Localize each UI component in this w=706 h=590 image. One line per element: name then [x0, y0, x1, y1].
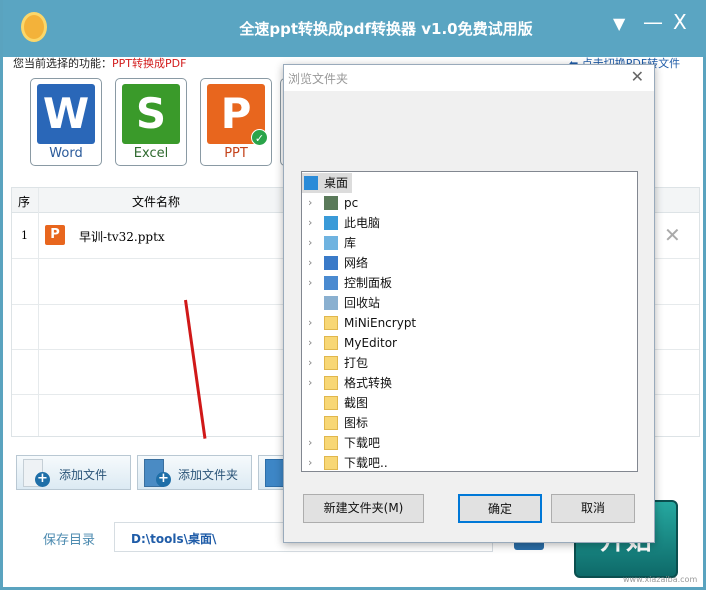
ok-button[interactable]: 确定 [458, 494, 542, 523]
watermark: www.xiazaiba.com [623, 575, 698, 584]
minimize-button[interactable]: — [643, 10, 663, 34]
tree-item-label: 打包 [344, 356, 369, 370]
row-filename: 早训-tv32.pptx [79, 230, 165, 244]
trash-icon [265, 459, 285, 487]
header-index: 序 [18, 195, 31, 209]
close-button[interactable]: X [673, 10, 687, 34]
tree-item[interactable]: › 下载吧 [302, 433, 637, 453]
check-icon: ✓ [251, 129, 268, 146]
menu-button[interactable]: ▼ [613, 14, 625, 33]
tree-item-label: 回收站 [344, 296, 381, 310]
function-label: 您当前选择的功能：PPT转换成PDF [13, 55, 186, 71]
network-icon [324, 256, 338, 270]
tree-item[interactable]: › MyEditor [302, 333, 637, 353]
title-bar: 全速ppt转换成pdf转换器 v1.0免费试用版 ▼ — X [3, 0, 706, 57]
expand-chevron-icon[interactable]: › [308, 233, 312, 253]
folder-icon [324, 316, 338, 330]
expand-chevron-icon[interactable]: › [308, 433, 312, 453]
folder-tree[interactable]: 桌面 › pc › 此电脑 › 库 › 网络 › 控制面板 回收站 › MiNiEncrypt › MyEdi… [301, 171, 638, 472]
recycle-bin-icon [324, 296, 338, 310]
tree-item[interactable]: › pc [302, 193, 637, 213]
add-folder-label: 添加文件夹 [178, 468, 239, 482]
folder-icon [324, 436, 338, 450]
tree-item[interactable]: 桌面 [302, 173, 352, 193]
tree-item[interactable]: › 此电脑 [302, 213, 637, 233]
folder-icon [324, 356, 338, 370]
function-value: PPT转换成PDF [112, 57, 187, 70]
excel-icon: S [122, 84, 180, 144]
new-folder-button[interactable]: 新建文件夹(M) [303, 494, 424, 523]
function-card-ppt[interactable]: P PPT ✓ [200, 78, 272, 166]
tree-item-label: 格式转换 [344, 376, 393, 390]
tree-item-label: 库 [344, 236, 357, 250]
dialog-close-button[interactable]: ✕ [631, 67, 644, 86]
tree-item-label: 桌面 [324, 176, 349, 190]
word-icon: W [37, 84, 95, 144]
function-card-word[interactable]: W Word [30, 78, 102, 166]
dialog-title: 浏览文件夹 [288, 72, 349, 86]
ppt-file-icon: P [45, 225, 65, 245]
folder-icon [324, 456, 338, 470]
folder-icon [324, 416, 338, 430]
expand-chevron-icon[interactable]: › [308, 213, 312, 233]
tree-item[interactable]: › 下载吧.. [302, 453, 637, 473]
cancel-button[interactable]: 取消 [551, 494, 635, 523]
add-file-button[interactable]: + 添加文件 [16, 455, 131, 490]
window-title: 全速ppt转换成pdf转换器 v1.0免费试用版 [239, 20, 533, 38]
add-folder-button[interactable]: + 添加文件夹 [137, 455, 252, 490]
control-panel-icon [324, 276, 338, 290]
row-index: 1 [21, 229, 28, 242]
folder-icon [324, 396, 338, 410]
user-icon [324, 196, 338, 210]
folder-icon [324, 376, 338, 390]
tree-item[interactable]: › 打包 [302, 353, 637, 373]
tree-item[interactable]: › 网络 [302, 253, 637, 273]
tree-item[interactable]: › 控制面板 [302, 273, 637, 293]
tree-item-label: 控制面板 [344, 276, 393, 290]
tree-item[interactable]: 图标 [302, 413, 637, 433]
tree-item[interactable]: 截图 [302, 393, 637, 413]
function-card-excel[interactable]: S Excel [115, 78, 187, 166]
expand-chevron-icon[interactable]: › [308, 253, 312, 273]
desktop-icon [304, 176, 318, 190]
card-label: PPT [224, 146, 248, 161]
plus-icon: + [156, 472, 171, 487]
tree-item[interactable]: › 格式转换 [302, 373, 637, 393]
browse-folder-dialog: 浏览文件夹 ✕ 桌面 › pc › 此电脑 › 库 › 网络 › 控制面板 回收站 › MiNiEncry… [283, 64, 655, 543]
dialog-title-bar: 浏览文件夹 ✕ [284, 65, 654, 91]
function-label-text: 您当前选择的功能： [13, 57, 112, 70]
expand-chevron-icon[interactable]: › [308, 273, 312, 293]
remove-row-icon[interactable]: ✕ [664, 223, 681, 247]
expand-chevron-icon[interactable]: › [308, 333, 312, 353]
expand-chevron-icon[interactable]: › [308, 453, 312, 473]
tree-item-label: MyEditor [344, 336, 397, 350]
tree-item-label: 截图 [344, 396, 369, 410]
tree-item[interactable]: › 库 [302, 233, 637, 253]
tree-item[interactable]: 回收站 [302, 293, 637, 313]
tree-item-label: 图标 [344, 416, 369, 430]
tree-item-label: 下载吧 [344, 436, 381, 450]
tree-item-label: 此电脑 [344, 216, 381, 230]
library-icon [324, 236, 338, 250]
tree-item-label: MiNiEncrypt [344, 316, 417, 330]
tree-item-label: pc [344, 196, 359, 210]
computer-icon [324, 216, 338, 230]
card-label: Excel [133, 146, 169, 161]
folder-icon [324, 336, 338, 350]
tree-item[interactable]: › MiNiEncrypt [302, 313, 637, 333]
add-file-label: 添加文件 [59, 468, 108, 482]
tree-item-label: 网络 [344, 256, 369, 270]
expand-chevron-icon[interactable]: › [308, 373, 312, 393]
save-dir-label: 保存目录 [43, 533, 96, 548]
header-filename: 文件名称 [132, 195, 181, 209]
plus-icon: + [35, 472, 50, 487]
card-label: Word [49, 146, 83, 161]
expand-chevron-icon[interactable]: › [308, 193, 312, 213]
tree-item-label: 下载吧.. [344, 456, 388, 470]
expand-chevron-icon[interactable]: › [308, 353, 312, 373]
expand-chevron-icon[interactable]: › [308, 313, 312, 333]
